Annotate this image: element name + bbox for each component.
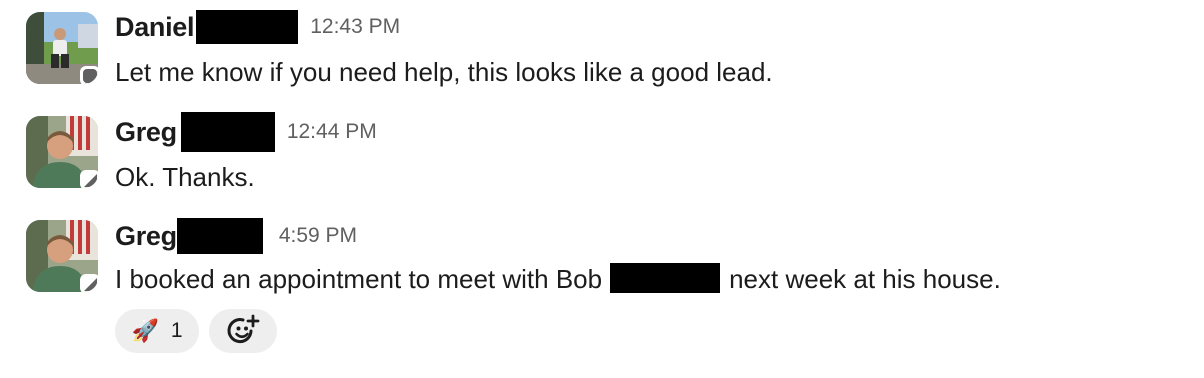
redaction-bar xyxy=(196,10,299,44)
away-status-icon xyxy=(83,69,97,83)
away-status-icon xyxy=(84,174,97,187)
message-text-part: next week at his house. xyxy=(729,264,1001,294)
message-header: Daniel 12:43 PM xyxy=(115,10,400,44)
timestamp[interactable]: 12:43 PM xyxy=(310,15,400,39)
author-name[interactable]: Greg xyxy=(115,117,177,148)
message-header: Greg 4:59 PM xyxy=(115,218,357,254)
reaction-bar: 🚀 1 xyxy=(115,309,277,353)
redaction-bar xyxy=(176,218,263,254)
timestamp[interactable]: 12:44 PM xyxy=(287,120,377,144)
author-name[interactable]: Greg xyxy=(115,221,177,252)
message-text: Let me know if you need help, this looks… xyxy=(115,57,773,87)
reaction-pill[interactable]: 🚀 1 xyxy=(115,309,199,353)
timestamp[interactable]: 4:59 PM xyxy=(279,224,357,248)
redaction-bar xyxy=(180,112,275,152)
message-text: I booked an appointment to meet with Bob… xyxy=(115,263,1001,295)
avatar[interactable] xyxy=(26,220,98,292)
message-text-part: I booked an appointment to meet with Bob xyxy=(115,264,603,294)
redaction-bar xyxy=(610,263,721,293)
message-list: Daniel 12:43 PM Let me know if you need … xyxy=(0,0,1204,378)
author-name[interactable]: Daniel xyxy=(115,12,195,43)
message-header: Greg 12:44 PM xyxy=(115,112,377,152)
presence-indicator xyxy=(80,170,98,188)
away-status-icon xyxy=(84,278,97,291)
avatar[interactable] xyxy=(26,116,98,188)
presence-indicator xyxy=(80,66,98,84)
add-reaction-button[interactable] xyxy=(209,309,277,353)
presence-indicator xyxy=(80,274,98,292)
message-text: Ok. Thanks. xyxy=(115,162,255,192)
reaction-count: 1 xyxy=(170,319,183,342)
avatar[interactable] xyxy=(26,12,98,84)
add-reaction-icon xyxy=(227,314,260,344)
rocket-icon: 🚀 xyxy=(131,318,159,343)
